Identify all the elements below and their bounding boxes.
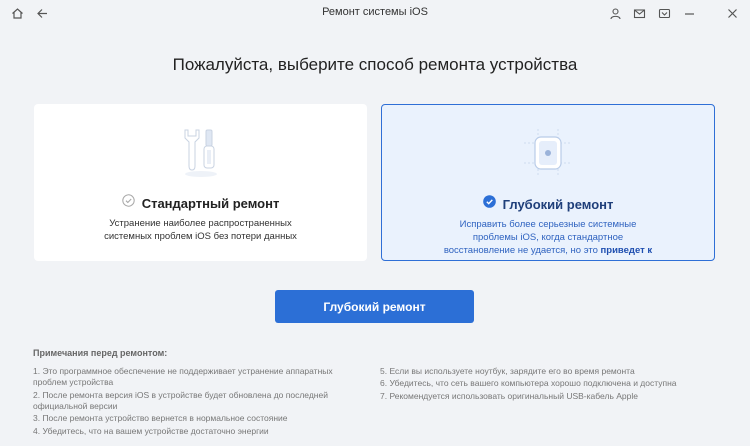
deep-repair-title: Глубокий ремонт xyxy=(502,196,614,212)
title-bar: Ремонт системы iOS xyxy=(0,0,750,26)
notes-title: Примечания перед ремонтом: xyxy=(33,348,168,358)
standard-repair-card[interactable]: Стандартный ремонт Устранение наиболее р… xyxy=(34,104,367,261)
description-text: восстановление не удается, но это xyxy=(443,245,598,256)
deep-title-row: Глубокий ремонт xyxy=(382,195,714,213)
page-heading: Пожалуйста, выберите способ ремонта устр… xyxy=(172,55,578,74)
minimize-icon[interactable] xyxy=(681,5,697,21)
tools-illustration xyxy=(171,122,231,182)
deep-repair-description: Исправить более серьезные системные проб… xyxy=(382,218,714,257)
note-item: 1. Это программное обеспечение не поддер… xyxy=(33,366,333,388)
dropdown-icon[interactable] xyxy=(656,5,672,21)
device-illustration xyxy=(518,123,578,183)
standard-repair-title: Стандартный ремонт xyxy=(141,195,280,211)
close-icon[interactable] xyxy=(724,5,740,21)
user-icon[interactable] xyxy=(607,5,623,21)
description-line: системных проблем iOS без потери данных xyxy=(104,231,297,242)
note-item: 6. Убедитесь, что сеть вашего компьютера… xyxy=(380,378,677,389)
description-line: Исправить более серьезные системные xyxy=(459,219,637,230)
notes-left-column: 1. Это программное обеспечение не поддер… xyxy=(33,366,363,438)
standard-title-row: Стандартный ремонт xyxy=(34,194,367,212)
description-line: проблемы iOS, когда стандартное xyxy=(472,232,624,243)
note-item: 4. Убедитесь, что на вашем устройстве до… xyxy=(33,425,269,436)
description-bold-text: приведет к xyxy=(600,245,653,256)
radio-checked-icon[interactable] xyxy=(482,195,496,213)
mail-icon[interactable] xyxy=(631,5,647,21)
notes-right-column: 5. Если вы используете ноутбук, зарядите… xyxy=(380,366,720,403)
note-item: 2. После ремонта версия iOS в устройстве… xyxy=(33,389,328,411)
note-item: 3. После ремонта устройство вернется в н… xyxy=(33,413,288,424)
radio-unchecked-icon[interactable] xyxy=(121,194,135,212)
note-item: 5. Если вы используете ноутбук, зарядите… xyxy=(380,366,635,376)
standard-repair-description: Устранение наиболее распространенных сис… xyxy=(34,217,367,243)
description-line: восстановление не удается, но это привед… xyxy=(402,244,694,257)
deep-repair-card[interactable]: Глубокий ремонт Исправить более серьезны… xyxy=(381,104,715,261)
note-item: 7. Рекомендуется использовать оригинальн… xyxy=(380,390,638,401)
description-line: Устранение наиболее распространенных xyxy=(109,218,292,229)
deep-repair-button[interactable]: Глубокий ремонт xyxy=(275,290,474,323)
